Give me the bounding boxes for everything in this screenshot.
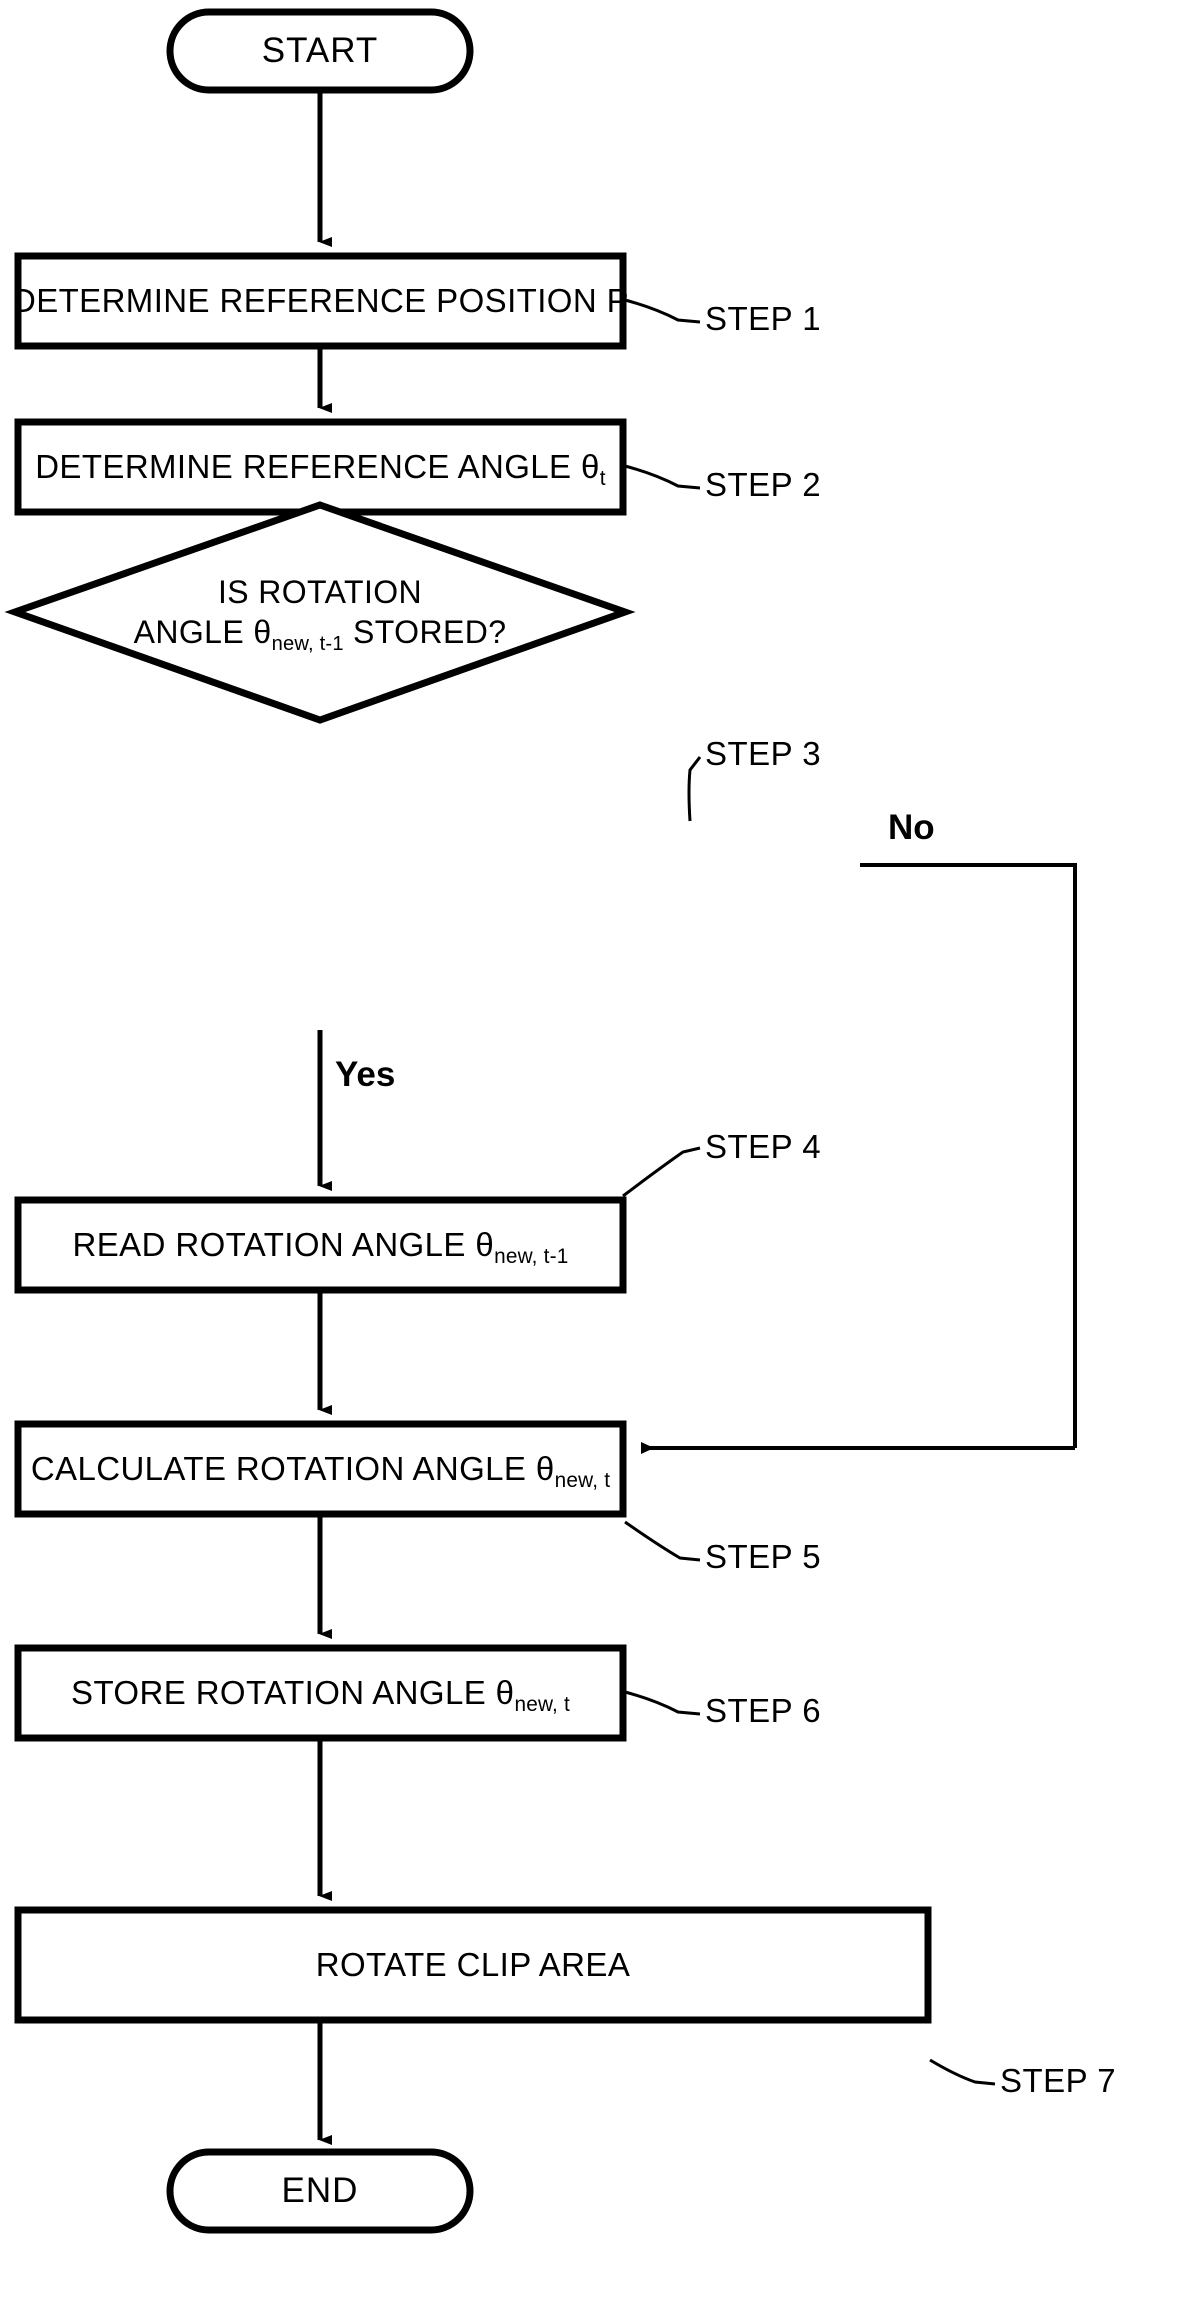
node-step5-shape	[14, 1420, 627, 1518]
step2-callout-text: STEP 2	[705, 466, 822, 503]
step1-callout: STEP 1	[705, 300, 821, 338]
step5-callout-text: STEP 5	[705, 1538, 822, 1575]
step4-callout-text: STEP 4	[705, 1128, 822, 1165]
step6-callout: STEP 6	[705, 1692, 821, 1730]
leader-step7	[929, 2058, 996, 2086]
step5-callout: STEP 5	[705, 1538, 821, 1576]
branch-yes-text: Yes	[335, 1055, 396, 1094]
edge-step3-no-to-step5	[860, 863, 1077, 1448]
branch-no-text: No	[888, 808, 935, 847]
step7-callout: STEP 7	[1000, 2062, 1116, 2100]
leader-step4	[622, 1146, 701, 1198]
leader-step6	[624, 1690, 701, 1716]
branch-label-no: No	[888, 808, 935, 848]
node-step3-shape	[4, 501, 636, 724]
flowchart-diagram: START DETERMINE REFERENCE POSITION P STE…	[0, 0, 1180, 2299]
node-end-shape	[166, 2148, 474, 2234]
node-step4-shape	[14, 1196, 627, 1294]
step2-callout: STEP 2	[705, 466, 821, 504]
leader-step3	[687, 756, 702, 822]
step4-callout: STEP 4	[705, 1128, 821, 1166]
node-step2-shape	[14, 418, 627, 516]
leader-step1	[624, 298, 701, 324]
leader-step2	[624, 464, 701, 490]
step3-callout-text: STEP 3	[705, 735, 822, 772]
leader-step5	[624, 1520, 701, 1562]
step1-callout-text: STEP 1	[705, 300, 822, 337]
node-step7-shape	[14, 1906, 932, 2024]
node-step1-shape	[14, 252, 627, 350]
node-step6-shape	[14, 1644, 627, 1742]
flowchart-canvas	[4, 8, 1077, 2234]
step6-callout-text: STEP 6	[705, 1692, 822, 1729]
node-start-shape	[166, 8, 474, 94]
branch-label-yes: Yes	[335, 1055, 395, 1095]
step3-callout: STEP 3	[705, 735, 821, 773]
step7-callout-text: STEP 7	[1000, 2062, 1117, 2099]
